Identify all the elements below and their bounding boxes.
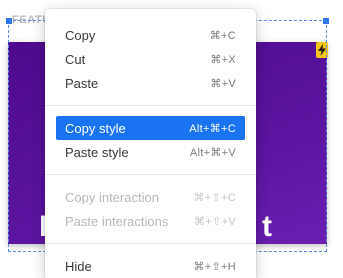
menu-item-hide[interactable]: Hide ⌘+⇧+H xyxy=(56,254,245,278)
menu-item-label: Paste xyxy=(65,75,99,91)
resize-handle-top-right[interactable] xyxy=(323,18,329,24)
menu-divider xyxy=(45,174,256,175)
menu-item-shortcut: ⌘+X xyxy=(210,53,236,66)
menu-item-shortcut: Alt+⌘+C xyxy=(189,122,236,135)
menu-item-paste-interactions: Paste interactions ⌘+⇧+V xyxy=(56,209,245,233)
menu-item-copy-interaction: Copy interaction ⌘+⇧+C xyxy=(56,185,245,209)
menu-item-label: Cut xyxy=(65,51,86,67)
menu-item-paste-style[interactable]: Paste style Alt+⌘+V xyxy=(56,140,245,164)
menu-item-shortcut: ⌘+⇧+V xyxy=(194,215,236,228)
context-menu: Copy ⌘+C Cut ⌘+X Paste ⌘+V Copy style Al… xyxy=(45,9,256,278)
menu-item-paste[interactable]: Paste ⌘+V xyxy=(56,71,245,95)
menu-item-label: Copy interaction xyxy=(65,189,159,205)
menu-item-shortcut: ⌘+⇧+H xyxy=(193,260,236,273)
menu-item-shortcut: ⌘+V xyxy=(210,77,236,90)
menu-item-copy-style[interactable]: Copy style Alt+⌘+C xyxy=(56,116,245,140)
menu-divider xyxy=(45,243,256,244)
menu-item-cut[interactable]: Cut ⌘+X xyxy=(56,47,245,71)
menu-item-label: Copy style xyxy=(65,120,126,136)
menu-item-shortcut: ⌘+⇧+C xyxy=(193,191,236,204)
menu-item-shortcut: Alt+⌘+V xyxy=(189,146,236,159)
menu-item-label: Copy xyxy=(65,27,96,43)
menu-item-copy[interactable]: Copy ⌘+C xyxy=(56,23,245,47)
menu-item-label: Paste interactions xyxy=(65,213,169,229)
menu-item-label: Paste style xyxy=(65,144,129,160)
resize-handle-top-left[interactable] xyxy=(6,18,12,24)
menu-item-shortcut: ⌘+C xyxy=(209,29,236,42)
menu-item-label: Hide xyxy=(65,258,92,274)
menu-divider xyxy=(45,105,256,106)
